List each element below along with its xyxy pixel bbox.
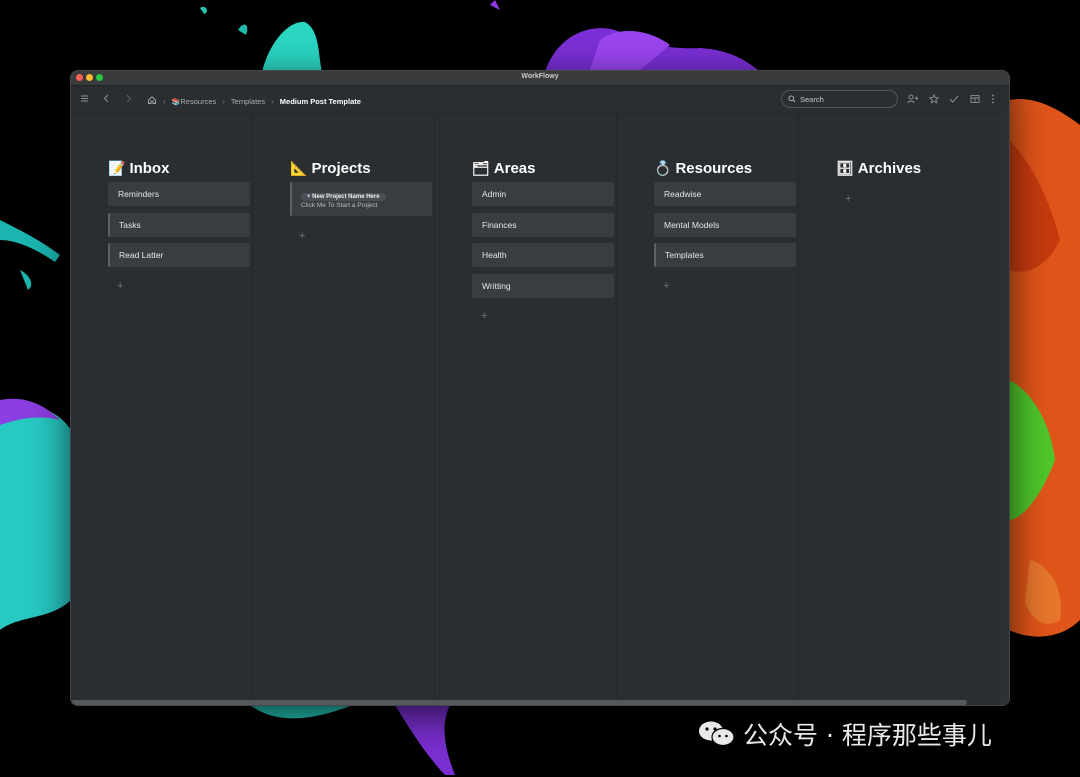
- column-title: 📝 Inbox: [108, 160, 170, 177]
- app-window: WorkFlowy › 📚Resources › Templates › Med…: [71, 71, 1009, 705]
- card-item[interactable]: Mental Models: [654, 213, 796, 237]
- card-item[interactable]: Templates: [654, 243, 796, 267]
- column-inbox: 📝 Inbox Reminders Tasks Read Latter +: [71, 113, 253, 699]
- column-title: 📐 Projects: [290, 160, 371, 177]
- card-index-dividers-icon: 🗂: [472, 160, 490, 177]
- add-item-button[interactable]: +: [481, 310, 487, 322]
- chevron-right-icon: ›: [222, 96, 225, 106]
- card-item[interactable]: Read Latter: [108, 243, 250, 267]
- add-item-button[interactable]: +: [845, 193, 851, 205]
- breadcrumb: › 📚Resources › Templates › Medium Post T…: [147, 95, 361, 107]
- project-note: Click Me To Start a Project: [301, 202, 378, 209]
- card-item[interactable]: Health: [472, 243, 614, 267]
- check-icon[interactable]: [949, 94, 959, 107]
- new-project-pill[interactable]: + New Project Name Here: [301, 193, 386, 201]
- search-icon: [788, 95, 796, 103]
- add-user-icon[interactable]: [907, 94, 919, 107]
- toolbar: › 📚Resources › Templates › Medium Post T…: [71, 86, 1009, 114]
- column-title: 🗄 Archives: [836, 160, 922, 177]
- watermark: 公众号 · 程序那些事儿: [697, 716, 992, 752]
- file-cabinet-icon: 🗄: [836, 160, 854, 177]
- column-areas: 🗂 Areas Admin Finances Health Writting +: [435, 113, 617, 699]
- menu-icon[interactable]: [80, 94, 89, 106]
- project-card[interactable]: + New Project Name Here Click Me To Star…: [290, 182, 432, 216]
- title-bar: WorkFlowy: [71, 71, 1009, 86]
- wechat-icon: [697, 720, 737, 748]
- ring-icon: 💍: [654, 160, 672, 177]
- vertical-scrollbar-track[interactable]: [1000, 113, 1009, 705]
- card-item[interactable]: Finances: [472, 213, 614, 237]
- horizontal-scrollbar[interactable]: [71, 700, 967, 705]
- column-title: 🗂 Areas: [472, 160, 536, 177]
- layout-icon[interactable]: [970, 94, 980, 107]
- column-resources: 💍 Resources Readwise Mental Models Templ…: [617, 113, 799, 699]
- watermark-text: 公众号 · 程序那些事儿: [743, 721, 992, 750]
- triangular-ruler-icon: 📐: [290, 160, 308, 177]
- add-item-button[interactable]: +: [663, 280, 669, 292]
- chevron-right-icon: ›: [163, 96, 166, 106]
- card-item[interactable]: Admin: [472, 182, 614, 206]
- card-item[interactable]: Readwise: [654, 182, 796, 206]
- forward-icon[interactable]: [124, 94, 133, 106]
- board: 📝 Inbox Reminders Tasks Read Latter + 📐 …: [71, 113, 1009, 705]
- card-item[interactable]: Writting: [472, 274, 614, 298]
- breadcrumb-item-current: Medium Post Template: [279, 96, 361, 106]
- column-projects: 📐 Projects + New Project Name Here Click…: [253, 113, 435, 699]
- add-item-button[interactable]: +: [117, 280, 123, 292]
- star-icon[interactable]: [928, 93, 940, 107]
- more-icon[interactable]: [991, 94, 995, 107]
- breadcrumb-item-resources[interactable]: 📚Resources: [172, 97, 217, 106]
- home-icon[interactable]: [147, 95, 157, 107]
- column-archives: 🗄 Archives +: [799, 113, 980, 699]
- window-title: WorkFlowy: [521, 73, 559, 80]
- breadcrumb-item-templates[interactable]: Templates: [231, 97, 265, 106]
- column-title: 💍 Resources: [654, 160, 753, 177]
- back-icon[interactable]: [102, 94, 111, 106]
- card-item[interactable]: Reminders: [108, 182, 250, 206]
- search-input[interactable]: [800, 94, 890, 104]
- add-item-button[interactable]: +: [299, 230, 305, 242]
- search-box[interactable]: [781, 90, 898, 108]
- chevron-right-icon: ›: [271, 96, 274, 106]
- memo-icon: 📝: [108, 160, 126, 177]
- card-item[interactable]: Tasks: [108, 213, 250, 237]
